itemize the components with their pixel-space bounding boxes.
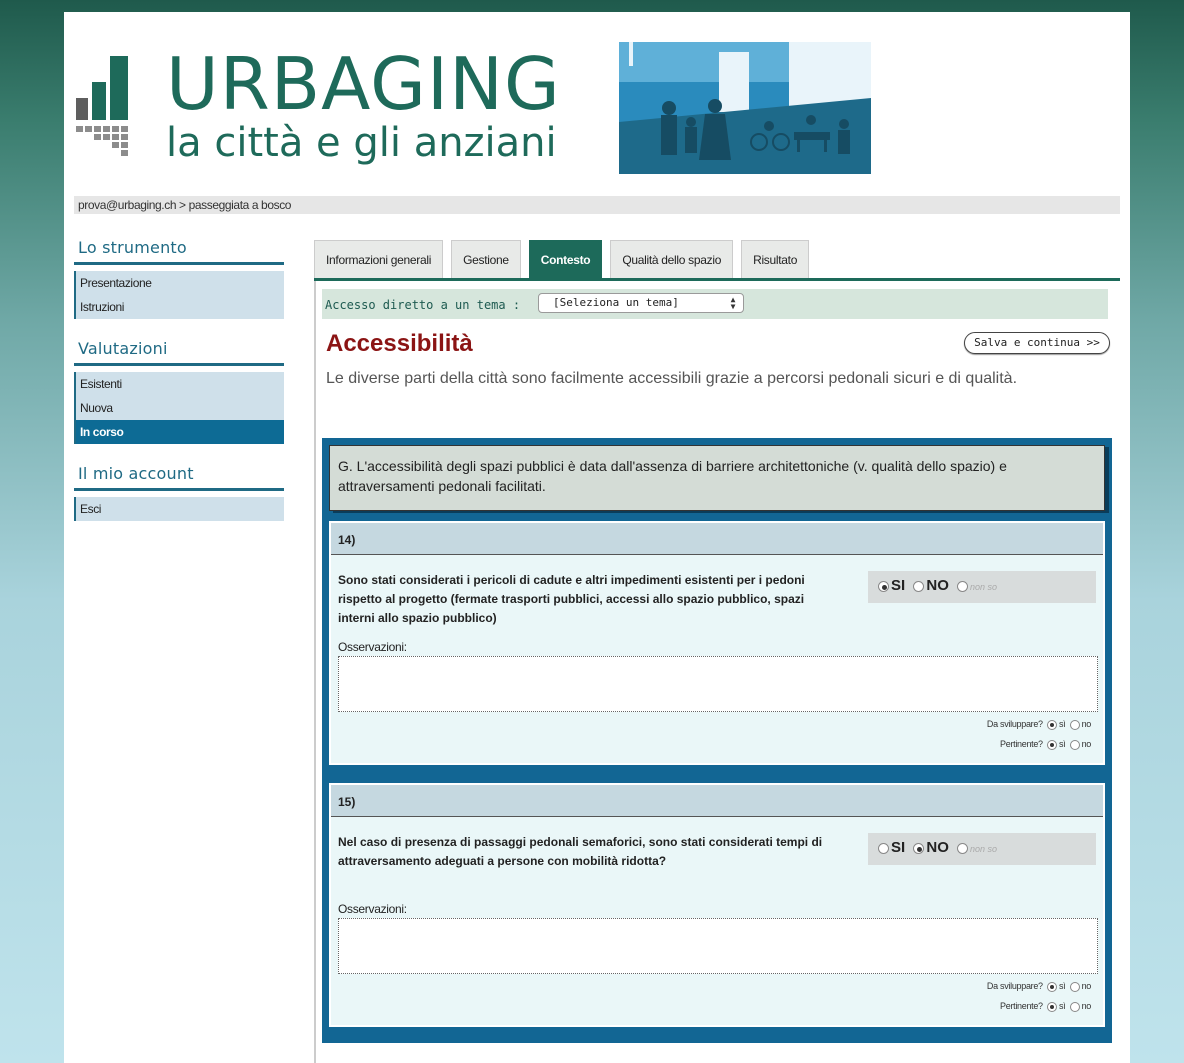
sviluppare-label: Da sviluppare? — [986, 719, 1043, 729]
topic-select-value: [Seleziona un tema] — [553, 296, 679, 309]
sidebar-menu-valutazioni: Esistenti Nuova In corso — [74, 372, 284, 444]
sviluppare-si-label: sì — [1058, 981, 1066, 991]
option-no-label: NO — [926, 839, 949, 856]
sviluppare-no-radio[interactable] — [1069, 981, 1080, 992]
pertinente-si-label: sì — [1058, 739, 1066, 749]
sidebar-heading-account: Il mio account — [74, 464, 284, 491]
tab-risultato[interactable]: Risultato — [741, 240, 810, 278]
question-card-14: 14) Sono stati considerati i pericoli di… — [329, 521, 1105, 765]
page-title: Accessibilità — [326, 330, 473, 357]
question-text: Sono stati considerati i pericoli di cad… — [338, 573, 805, 625]
observations-textarea[interactable] — [338, 918, 1098, 974]
select-arrows-icon: ▲ ▼ — [730, 295, 736, 311]
sviluppare-si-radio[interactable] — [1046, 981, 1057, 992]
observations-textarea[interactable] — [338, 656, 1098, 712]
topic-select[interactable]: [Seleziona un tema] ▲ ▼ — [538, 293, 744, 313]
pertinente-si-radio[interactable] — [1046, 1001, 1057, 1012]
radio-non-so[interactable] — [957, 580, 969, 592]
topic-access-bar: Accesso diretto a un tema : [Seleziona u… — [322, 289, 1108, 319]
breadcrumb: prova@urbaging.ch > passeggiata a bosco — [74, 196, 1120, 214]
brand-name: URBAGING — [166, 42, 561, 126]
brand-tagline: la città e gli anziani — [166, 120, 557, 166]
observations-label: Osservazioni: — [338, 640, 407, 654]
sidebar-item-esci[interactable]: Esci — [74, 497, 284, 521]
option-si-label: SI — [891, 839, 906, 856]
option-nonso-label: non so — [970, 582, 998, 592]
radio-no[interactable] — [913, 580, 925, 592]
tab-qualita-spazio[interactable]: Qualità dello spazio — [610, 240, 734, 278]
page-container: URBAGING la città e gli anziani prova@ur… — [64, 12, 1130, 1063]
logo-bars-icon — [76, 56, 128, 156]
save-continue-button[interactable]: Salva e continua >> — [964, 332, 1110, 354]
sidebar-item-presentazione[interactable]: Presentazione — [74, 271, 284, 295]
sviluppare-si-radio[interactable] — [1046, 719, 1057, 730]
sviluppare-si-label: sì — [1058, 719, 1066, 729]
answer-options: SI NO non so — [868, 571, 1096, 603]
pertinente-no-radio[interactable] — [1069, 1001, 1080, 1012]
tab-contesto[interactable]: Contesto — [528, 240, 603, 278]
option-no-label: NO — [926, 577, 949, 594]
sidebar-menu-account: Esci — [74, 497, 284, 521]
pertinente-row: Pertinente? sì no — [1000, 1001, 1091, 1012]
question-card-15: 15) Nel caso di presenza di passaggi ped… — [329, 783, 1105, 1027]
question-text: Nel caso di presenza di passaggi pedonal… — [338, 835, 823, 868]
theme-description: Le diverse parti della città sono facilm… — [326, 370, 1018, 387]
tab-underline — [314, 278, 1120, 281]
sidebar: Lo strumento Presentazione Istruzioni Va… — [74, 238, 284, 541]
hero-illustration-icon — [619, 42, 871, 174]
tab-informazioni-generali[interactable]: Informazioni generali — [314, 240, 444, 278]
sidebar-heading-strumento: Lo strumento — [74, 238, 284, 265]
pertinente-si-radio[interactable] — [1046, 739, 1057, 750]
question-number: 15) — [331, 785, 1103, 817]
radio-si[interactable] — [878, 580, 889, 592]
sidebar-menu-strumento: Presentazione Istruzioni — [74, 271, 284, 319]
pertinente-no-label: no — [1081, 1001, 1092, 1011]
question-panel: G. L'accessibilità degli spazi pubblici … — [322, 438, 1112, 1043]
tab-gestione[interactable]: Gestione — [451, 240, 521, 278]
option-nonso-label: non so — [970, 844, 998, 854]
sidebar-item-in-corso[interactable]: In corso — [74, 420, 284, 444]
pertinente-no-radio[interactable] — [1069, 739, 1080, 750]
radio-non-so[interactable] — [957, 842, 969, 854]
radio-si[interactable] — [878, 842, 889, 854]
sviluppare-row: Da sviluppare? sì no — [987, 981, 1091, 992]
observations-label: Osservazioni: — [338, 902, 407, 916]
pertinente-no-label: no — [1081, 739, 1092, 749]
criterion-box: G. L'accessibilità degli spazi pubblici … — [329, 445, 1105, 511]
pertinente-label: Pertinente? — [1000, 739, 1043, 749]
logo[interactable]: URBAGING la città e gli anziani — [74, 42, 619, 174]
answer-options: SI NO non so — [868, 833, 1096, 865]
sviluppare-no-radio[interactable] — [1069, 719, 1080, 730]
pertinente-si-label: sì — [1058, 1001, 1066, 1011]
sidebar-heading-valutazioni: Valutazioni — [74, 339, 284, 366]
pertinente-row: Pertinente? sì no — [1000, 739, 1091, 750]
sviluppare-label: Da sviluppare? — [986, 981, 1043, 991]
tab-bar: Informazioni generali Gestione Contesto … — [314, 240, 810, 280]
header-banner: URBAGING la città e gli anziani — [74, 42, 874, 174]
sviluppare-no-label: no — [1081, 981, 1092, 991]
radio-no[interactable] — [913, 842, 925, 854]
sidebar-item-esistenti[interactable]: Esistenti — [74, 372, 284, 396]
sidebar-item-istruzioni[interactable]: Istruzioni — [74, 295, 284, 319]
content-border — [314, 281, 316, 1063]
pertinente-label: Pertinente? — [1000, 1001, 1043, 1011]
sviluppare-no-label: no — [1081, 719, 1092, 729]
sidebar-item-nuova[interactable]: Nuova — [74, 396, 284, 420]
option-si-label: SI — [891, 577, 906, 594]
sviluppare-row: Da sviluppare? sì no — [987, 719, 1091, 730]
question-number: 14) — [331, 523, 1103, 555]
topic-access-label: Accesso diretto a un tema : — [325, 298, 521, 312]
